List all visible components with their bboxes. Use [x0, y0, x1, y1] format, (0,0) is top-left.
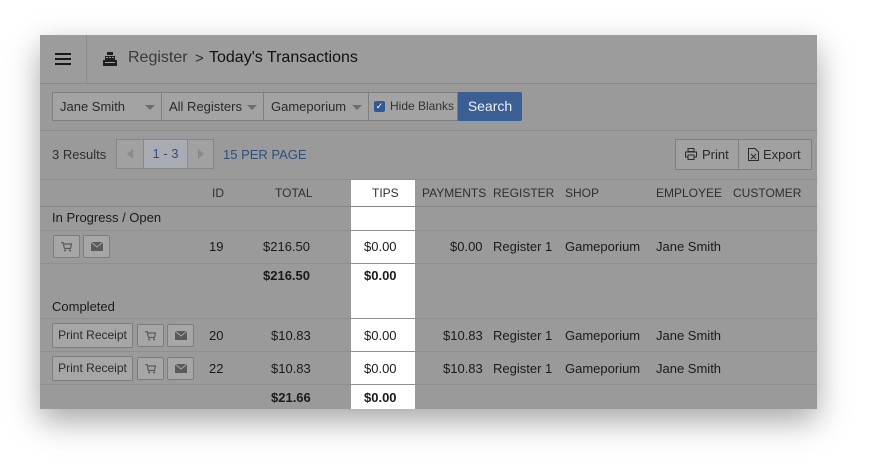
cell-shop: Gameporium — [565, 239, 641, 254]
per-page-selector[interactable]: 15 PER PAGE — [223, 147, 307, 162]
register-icon — [103, 52, 117, 66]
section-title-in-progress: In Progress / Open — [52, 210, 162, 225]
cell-id: 19 — [209, 239, 224, 254]
breadcrumb-register[interactable]: Register — [128, 49, 188, 67]
envelope-icon — [174, 364, 187, 373]
section-title-completed: Completed — [52, 299, 115, 314]
cart-button[interactable] — [53, 235, 80, 258]
column-header-id[interactable]: ID — [212, 186, 224, 200]
cell-total: $10.83 — [271, 328, 311, 343]
email-button[interactable] — [167, 324, 194, 347]
cell-register: Register 1 — [493, 239, 553, 254]
cell-employee: Jane Smith — [656, 328, 722, 343]
envelope-icon — [174, 331, 187, 340]
page-title: Today's Transactions — [209, 49, 358, 66]
row-divider — [40, 318, 817, 319]
subtotal-total: $216.50 — [263, 268, 310, 283]
cell-payments: $0.00 — [450, 239, 483, 254]
cell-tips: $0.00 — [364, 328, 397, 343]
cell-total: $10.83 — [271, 361, 311, 376]
column-header-total[interactable]: TOTAL — [275, 186, 313, 200]
filter-bar: Jane Smith All Registers Gameporium ✓ Hi… — [40, 84, 817, 131]
results-count: 3 Results — [52, 147, 107, 162]
search-button[interactable]: Search — [458, 92, 522, 121]
print-label: Print — [702, 147, 729, 162]
chevron-left-icon — [127, 149, 133, 159]
column-header-employee[interactable]: EMPLOYEE — [656, 186, 722, 200]
cart-button[interactable] — [137, 357, 164, 380]
print-receipt-button[interactable]: Print Receipt — [52, 356, 133, 381]
column-header-tips[interactable]: TIPS — [372, 186, 399, 200]
cell-employee: Jane Smith — [656, 239, 722, 254]
chevron-right-icon — [198, 149, 204, 159]
table-header: ID TOTAL TIPS PAYMENTS REGISTER SHOP EMP… — [40, 179, 817, 207]
column-header-payments[interactable]: PAYMENTS — [422, 186, 486, 200]
column-header-shop[interactable]: SHOP — [565, 186, 599, 200]
hide-blanks-label: Hide Blanks — [390, 99, 455, 113]
hide-blanks-checkbox[interactable]: ✓ — [374, 101, 385, 112]
print-receipt-button[interactable]: Print Receipt — [52, 323, 133, 348]
envelope-icon — [90, 242, 103, 251]
cart-icon — [61, 241, 72, 251]
pagination: 1 - 3 — [116, 139, 214, 169]
menu-button[interactable] — [40, 35, 87, 83]
subtotal-tips: $0.00 — [364, 268, 397, 283]
export-icon — [748, 148, 759, 161]
cell-shop: Gameporium — [565, 361, 641, 376]
register-select[interactable]: All Registers — [161, 92, 264, 121]
hide-blanks-toggle[interactable]: ✓ Hide Blanks — [368, 92, 458, 121]
register-select-value: All Registers — [169, 99, 242, 114]
column-header-register[interactable]: REGISTER — [493, 186, 554, 200]
cell-payments: $10.83 — [443, 328, 483, 343]
employee-select-value: Jane Smith — [60, 99, 126, 114]
cell-tips: $0.00 — [364, 239, 397, 254]
email-button[interactable] — [167, 357, 194, 380]
cell-id: 22 — [209, 361, 224, 376]
previous-page-button[interactable] — [117, 140, 144, 168]
email-button[interactable] — [83, 235, 110, 258]
chevron-down-icon — [352, 105, 362, 110]
chevron-down-icon — [145, 105, 155, 110]
cell-tips: $0.00 — [364, 361, 397, 376]
cell-id: 20 — [209, 328, 224, 343]
subtotal-total: $21.66 — [271, 390, 311, 405]
export-button[interactable]: Export — [738, 139, 812, 170]
export-label: Export — [763, 147, 801, 162]
shop-select[interactable]: Gameporium — [263, 92, 369, 121]
page-range[interactable]: 1 - 3 — [144, 140, 187, 168]
cell-total: $216.50 — [263, 239, 310, 254]
results-toolbar: 3 Results 1 - 3 15 PER PAGE Print Export — [40, 131, 817, 179]
subtotal-tips: $0.00 — [364, 390, 397, 405]
next-page-button[interactable] — [187, 140, 214, 168]
chevron-down-icon — [247, 105, 257, 110]
row-divider — [40, 263, 817, 264]
employee-select[interactable]: Jane Smith — [52, 92, 162, 121]
cell-register: Register 1 — [493, 328, 553, 343]
row-divider — [40, 384, 817, 385]
app-window: Register > Today's Transactions Jane Smi… — [40, 35, 817, 409]
cart-icon — [145, 363, 156, 373]
shop-select-value: Gameporium — [271, 99, 347, 114]
hamburger-icon — [55, 53, 71, 65]
cart-icon — [145, 330, 156, 340]
cart-button[interactable] — [137, 324, 164, 347]
row-divider — [40, 351, 817, 352]
printer-icon — [685, 148, 697, 160]
row-divider — [40, 230, 817, 231]
cell-employee: Jane Smith — [656, 361, 722, 376]
breadcrumb-separator: > — [195, 50, 204, 67]
print-button[interactable]: Print — [675, 139, 739, 170]
cell-register: Register 1 — [493, 361, 553, 376]
header-bar: Register > Today's Transactions — [40, 35, 817, 84]
cell-payments: $10.83 — [443, 361, 483, 376]
cell-shop: Gameporium — [565, 328, 641, 343]
column-header-customer[interactable]: CUSTOMER — [733, 186, 801, 200]
